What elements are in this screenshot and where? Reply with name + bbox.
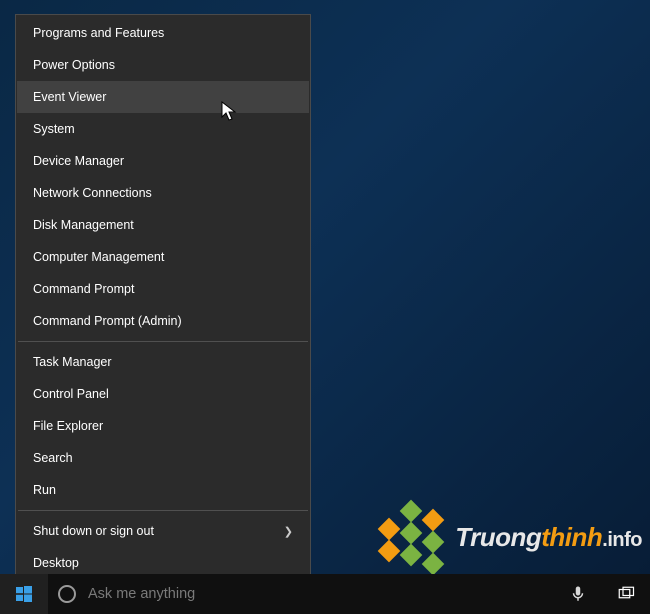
start-button[interactable] [0,574,48,614]
windows-logo-icon [16,586,32,602]
menu-item-system[interactable]: System [17,113,309,145]
menu-item-label: File Explorer [33,419,103,433]
chevron-right-icon: ❯ [284,525,293,538]
watermark: Truongthinh.info [381,503,642,572]
menu-item-label: Command Prompt (Admin) [33,314,182,328]
menu-item-label: Network Connections [33,186,152,200]
menu-item-label: Disk Management [33,218,134,232]
watermark-logo-icon [381,503,441,572]
menu-item-search[interactable]: Search [17,442,309,474]
menu-item-network-connections[interactable]: Network Connections [17,177,309,209]
menu-item-label: Command Prompt [33,282,134,296]
menu-item-disk-management[interactable]: Disk Management [17,209,309,241]
microphone-icon [569,585,587,603]
menu-item-device-manager[interactable]: Device Manager [17,145,309,177]
watermark-text: Truongthinh.info [455,522,642,553]
menu-item-label: Power Options [33,58,115,72]
menu-item-label: Control Panel [33,387,109,401]
menu-item-computer-management[interactable]: Computer Management [17,241,309,273]
task-view-button[interactable] [602,574,650,614]
menu-item-run[interactable]: Run [17,474,309,506]
menu-item-label: Event Viewer [33,90,106,104]
menu-item-label: Programs and Features [33,26,164,40]
menu-item-shut-down-sign-out[interactable]: Shut down or sign out ❯ [17,515,309,547]
menu-item-command-prompt-admin[interactable]: Command Prompt (Admin) [17,305,309,337]
menu-item-programs-features[interactable]: Programs and Features [17,17,309,49]
task-view-icon [617,585,635,603]
menu-item-event-viewer[interactable]: Event Viewer [17,81,309,113]
menu-item-label: Search [33,451,73,465]
menu-item-label: Shut down or sign out [33,524,154,538]
menu-item-label: Task Manager [33,355,112,369]
menu-item-label: Run [33,483,56,497]
menu-item-label: System [33,122,75,136]
menu-item-label: Desktop [33,556,79,570]
cortana-icon [58,585,76,603]
search-box[interactable]: Ask me anything [48,574,554,614]
search-placeholder: Ask me anything [88,586,195,602]
taskbar: Ask me anything [0,574,650,614]
microphone-button[interactable] [554,574,602,614]
menu-item-power-options[interactable]: Power Options [17,49,309,81]
menu-item-label: Device Manager [33,154,124,168]
menu-item-command-prompt[interactable]: Command Prompt [17,273,309,305]
winx-context-menu: Programs and Features Power Options Event … [15,14,311,582]
menu-item-task-manager[interactable]: Task Manager [17,346,309,378]
menu-separator [18,510,308,511]
menu-item-file-explorer[interactable]: File Explorer [17,410,309,442]
menu-separator [18,341,308,342]
menu-item-label: Computer Management [33,250,164,264]
menu-item-control-panel[interactable]: Control Panel [17,378,309,410]
